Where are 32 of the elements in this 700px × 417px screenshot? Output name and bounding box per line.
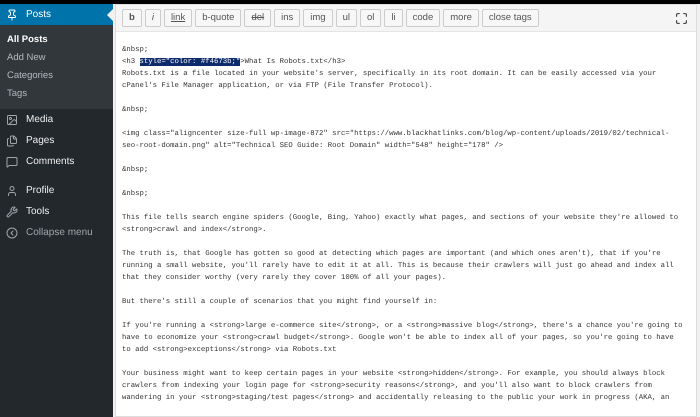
submenu-item[interactable]: All Posts (0, 31, 113, 49)
toolbar-button[interactable]: b-quote (195, 9, 242, 27)
wrench-icon (6, 206, 18, 218)
toolbar-button[interactable]: li (384, 9, 403, 27)
sidebar-item[interactable]: Pages (0, 130, 113, 151)
sidebar-item[interactable]: Comments (0, 151, 113, 172)
person-icon (6, 184, 18, 196)
submenu-item[interactable]: Add New (0, 49, 113, 67)
submenu-item[interactable]: Categories (0, 67, 113, 85)
pin-icon (6, 8, 18, 20)
toolbar-button[interactable]: img (303, 9, 333, 27)
toolbar-button[interactable]: i (144, 9, 161, 27)
fullscreen-icon[interactable] (675, 12, 688, 24)
sidebar-item[interactable]: Media (0, 109, 113, 130)
toolbar-button[interactable]: ins (274, 9, 300, 27)
toolbar-button[interactable]: code (406, 9, 440, 27)
toolbar-button[interactable]: del (244, 9, 272, 27)
sidebar-item[interactable]: Posts (0, 4, 113, 25)
submenu-item[interactable]: Tags (0, 85, 113, 103)
image-icon (6, 114, 18, 126)
toolbar-button[interactable]: more (443, 9, 479, 27)
files-icon (6, 134, 18, 146)
toolbar-button[interactable]: close tags (482, 9, 539, 27)
toolbar-button[interactable]: ul (336, 9, 357, 27)
sidebar-item[interactable]: Collapse menu (0, 222, 113, 243)
left-chevron-circle-icon (6, 226, 18, 238)
sidebar-item[interactable]: Tools (0, 201, 113, 222)
sidebar-item[interactable]: Profile (0, 180, 113, 201)
speech-bubble-icon (6, 156, 18, 168)
toolbar-button[interactable]: link (164, 9, 192, 27)
toolbar-button[interactable]: b (122, 9, 142, 27)
toolbar-button[interactable]: ol (360, 9, 382, 27)
